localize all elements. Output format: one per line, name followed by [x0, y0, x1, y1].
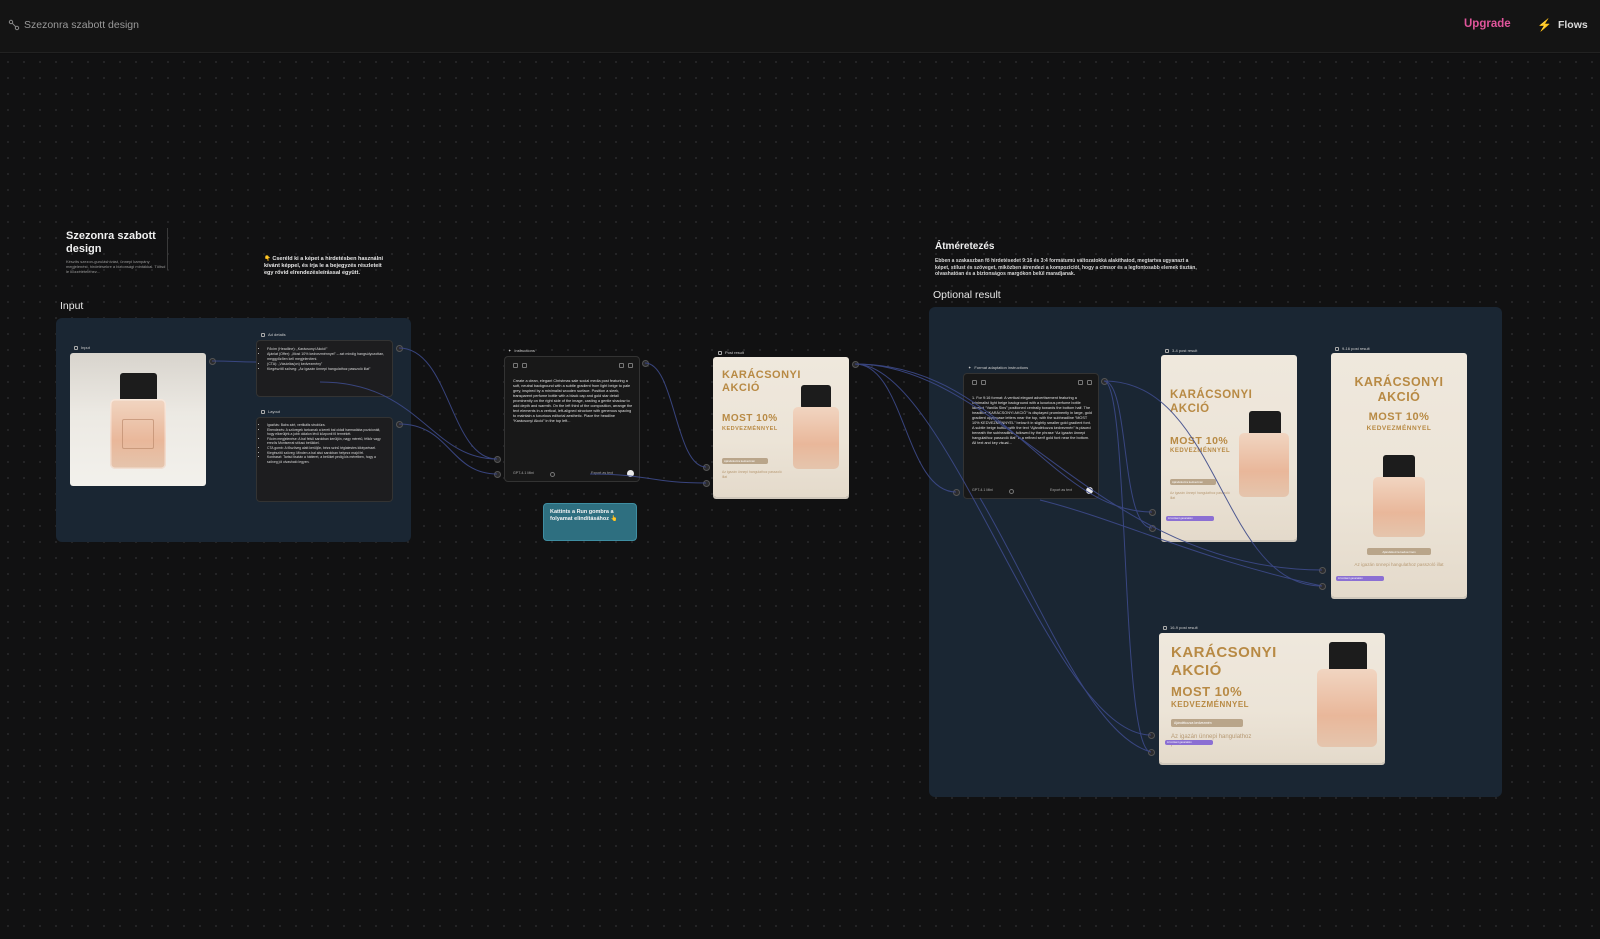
- image-icon: [1165, 348, 1169, 353]
- post-result-image[interactable]: KARÁCSONYI AKCIÓ MOST 10% KEDVEZMÉNNYEL …: [713, 357, 849, 497]
- ad-details-label: Ad details: [261, 332, 286, 337]
- instructions-label: ✦ Instructions: [508, 348, 535, 353]
- instruction-note: 👇 Cseréld ki a képet a hirdetésben haszn…: [264, 256, 384, 276]
- image-icon: [1335, 346, 1339, 351]
- result-34-label: 3-4 post result: [1165, 348, 1197, 353]
- result-916-input-port[interactable]: [1319, 583, 1326, 590]
- layout-label: Layout: [261, 409, 280, 414]
- flows-label: Flows: [1557, 19, 1588, 31]
- result-169-input-port[interactable]: [1148, 749, 1155, 756]
- bolt-icon: ⚡: [1537, 18, 1552, 32]
- resize-description: Ebben a szakaszban fő hirdetésedet 9:16 …: [935, 258, 1197, 277]
- result-916-label: 9-16 post result: [1335, 346, 1370, 351]
- layout-item: Elrendezés: A szövegek tartoznak a keret…: [267, 428, 387, 437]
- flow-name[interactable]: Szezonra szabott design: [24, 19, 139, 31]
- flows-button[interactable]: ⚡ Flows: [1537, 18, 1588, 32]
- model-select[interactable]: GPT-4.1 Mini: [972, 488, 993, 492]
- settings-icon[interactable]: [1009, 489, 1014, 494]
- result-916-image[interactable]: KARÁCSONYI AKCIÓ MOST 10% KEDVEZMÉNNYEL …: [1331, 353, 1467, 597]
- resize-title: Átméretezés: [935, 241, 995, 252]
- wand-icon: ✦: [508, 348, 512, 353]
- flow-icon: [8, 19, 20, 31]
- flow-title: Szezonra szabott design: [66, 230, 156, 255]
- copy-icon[interactable]: [1078, 380, 1083, 385]
- post-result-label: Post result: [718, 350, 744, 355]
- image-icon: [74, 345, 78, 350]
- result-169-label: 16-9 post result: [1163, 625, 1198, 630]
- layout-list: Igazítás: Balra zárt, vertikális struktú…: [261, 423, 387, 464]
- copy-icon[interactable]: [619, 363, 624, 368]
- result-916-input-port[interactable]: [1319, 567, 1326, 574]
- settings-icon[interactable]: [972, 380, 977, 385]
- top-bar: Szezonra szabott design Upgrade ⚡ Flows: [0, 0, 1600, 53]
- ad-details-node[interactable]: Főcím (Headline): „Karácsonyi Akció!” Aj…: [256, 340, 393, 397]
- image-icon: [1163, 625, 1167, 630]
- text-icon: [261, 409, 265, 414]
- result-169-image[interactable]: KARÁCSONYI AKCIÓ MOST 10% KEDVEZMÉNNYEL …: [1159, 633, 1385, 763]
- instructions-input-port[interactable]: [494, 456, 501, 463]
- instructions-input-port[interactable]: [494, 471, 501, 478]
- layout-item: CTA gomb: A főszöveg alatt kerüljön, béz…: [267, 446, 387, 451]
- edit-icon[interactable]: [522, 363, 527, 368]
- instructions-text[interactable]: Create a clean, elegant Christmas sale s…: [513, 379, 633, 464]
- export-select[interactable]: Export as text: [591, 471, 613, 475]
- format-adaptation-node[interactable]: 1. For 9:16 format: A vertical elegant a…: [963, 373, 1099, 499]
- model-select[interactable]: GPT-4.1 Mini: [513, 471, 534, 475]
- format-adaptation-label: ✦ Format adaptation instructions: [968, 365, 1029, 370]
- result-34-image[interactable]: KARÁCSONYI AKCIÓ MOST 10% KEDVEZMÉNNYEL …: [1161, 355, 1297, 540]
- settings-icon[interactable]: [550, 472, 555, 477]
- image-icon: [718, 350, 722, 355]
- result-34-input-port[interactable]: [1149, 525, 1156, 532]
- input-group-title: Input: [60, 300, 84, 312]
- layout-item: Főcím megjelenése: A bal felső sarokban …: [267, 437, 387, 446]
- optional-group-title: Optional result: [933, 289, 1001, 301]
- result-169-input-port[interactable]: [1148, 732, 1155, 739]
- run-button[interactable]: [627, 470, 634, 477]
- export-select[interactable]: Export as text: [1050, 488, 1072, 492]
- instructions-output-port[interactable]: [642, 360, 649, 367]
- format-output-port[interactable]: [1101, 378, 1108, 385]
- format-input-port[interactable]: [953, 489, 960, 496]
- wand-icon: ✦: [968, 365, 972, 370]
- layout-port[interactable]: [396, 421, 403, 428]
- settings-icon[interactable]: [513, 363, 518, 368]
- post-result-input-port[interactable]: [703, 464, 710, 471]
- format-adaptation-text[interactable]: 1. For 9:16 format: A vertical elegant a…: [972, 396, 1092, 478]
- post-result-output-port[interactable]: [852, 361, 859, 368]
- more-icon[interactable]: [628, 363, 633, 368]
- edit-icon[interactable]: [981, 380, 986, 385]
- flow-title-block: Szezonra szabott design Készíts szezon-g…: [66, 230, 166, 274]
- flow-description: Készíts szezon-guruláshívást, ünnepi kam…: [66, 259, 166, 274]
- post-result-input-port[interactable]: [703, 480, 710, 487]
- more-icon[interactable]: [1087, 380, 1092, 385]
- ad-details-item: Kiegészítő szöveg: „Az igazán ünnepi han…: [267, 367, 385, 372]
- layout-node[interactable]: Igazítás: Balra zárt, vertikális struktú…: [256, 417, 393, 502]
- input-node-label: Input: [74, 345, 90, 350]
- run-hint-tooltip: Kattints a Run gombra a folyamat elindít…: [543, 503, 637, 541]
- divider: [167, 228, 168, 270]
- ad-details-port[interactable]: [396, 345, 403, 352]
- layout-item: Kontraszt: Tartsd tisztán a hátteret, a …: [267, 455, 387, 464]
- run-button[interactable]: [1086, 487, 1093, 494]
- ad-details-item: Ajánlat (Offer): „Most 10% kedvezménnyel…: [267, 352, 385, 362]
- instructions-node[interactable]: Create a clean, elegant Christmas sale s…: [504, 356, 640, 482]
- upgrade-button[interactable]: Upgrade: [1464, 18, 1511, 30]
- text-icon: [261, 332, 265, 337]
- input-output-port[interactable]: [209, 358, 216, 365]
- ad-details-list: Főcím (Headline): „Karácsonyi Akció!” Aj…: [261, 347, 385, 372]
- result-34-input-port[interactable]: [1149, 509, 1156, 516]
- input-image[interactable]: [70, 353, 206, 486]
